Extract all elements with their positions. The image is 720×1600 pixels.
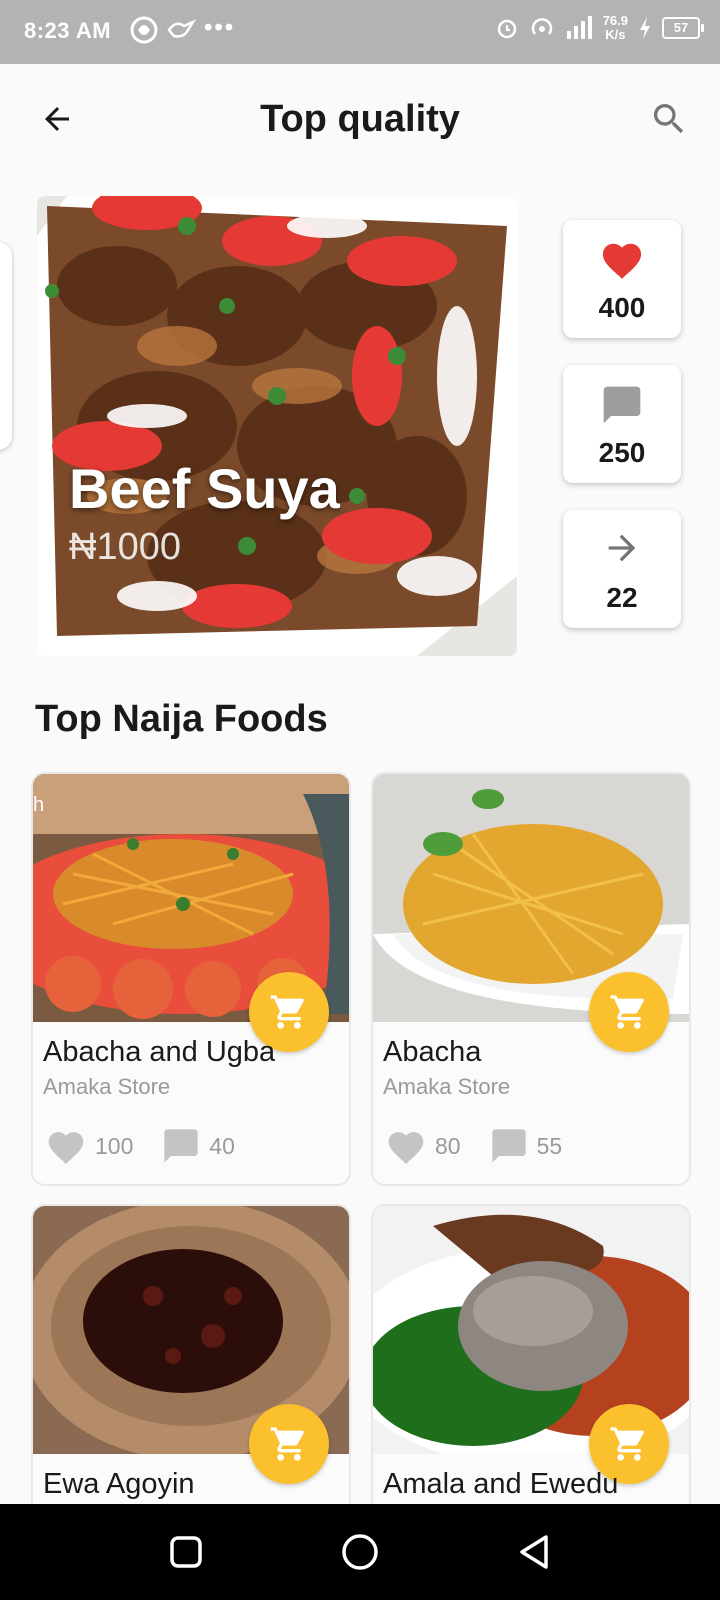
store-name: Amaka Store xyxy=(383,1074,511,1099)
comment-icon[interactable] xyxy=(161,1126,201,1166)
home-icon xyxy=(342,1534,378,1570)
store-name: Amaka Store xyxy=(43,1074,171,1099)
section-title: Top Naija Foods xyxy=(35,698,328,740)
search-button[interactable] xyxy=(644,94,694,144)
more-notifications-icon: ••• xyxy=(204,14,236,41)
comments-count: 40 xyxy=(209,1132,235,1159)
notification-icons xyxy=(130,16,196,44)
back-nav-button[interactable] xyxy=(510,1528,558,1576)
like-button[interactable]: 400 xyxy=(563,220,681,338)
food-name: Ewa Agoyin xyxy=(43,1468,195,1500)
app-notification-icon xyxy=(130,16,158,44)
system-navigation-bar xyxy=(0,1504,720,1600)
share-button[interactable]: 22 xyxy=(563,510,681,628)
heart-icon xyxy=(602,243,642,279)
food-name: Abacha and Ugba xyxy=(43,1036,276,1068)
app-bar: Top quality xyxy=(0,64,720,176)
heart-icon[interactable] xyxy=(385,1127,427,1165)
arrow-forward-icon xyxy=(608,534,636,562)
network-speed: 76.9 K/s xyxy=(602,13,628,42)
search-icon xyxy=(653,104,684,134)
recents-icon xyxy=(170,1536,202,1568)
cart-icon xyxy=(610,1427,644,1461)
comments-count: 55 xyxy=(536,1132,563,1159)
bird-notification-icon xyxy=(167,19,196,38)
featured-food-name: Beef Suya xyxy=(69,457,340,520)
status-time: 8:23 AM xyxy=(24,18,112,43)
signal-icon xyxy=(566,16,592,39)
food-card-amala-and-ewedu[interactable]: Amala and Ewedu xyxy=(371,1204,691,1528)
heart-icon[interactable] xyxy=(45,1127,87,1165)
featured-food-price: ₦1000 xyxy=(69,526,181,568)
image-overlay-text: h xyxy=(33,794,45,816)
food-name: Abacha xyxy=(383,1036,482,1068)
food-card-abacha[interactable]: Abacha Amaka Store 80 55 xyxy=(371,772,691,1186)
shares-count: 22 xyxy=(606,582,638,613)
carousel-previous-card[interactable] xyxy=(0,242,12,450)
hotspot-icon xyxy=(531,18,552,35)
add-to-cart-button[interactable] xyxy=(589,972,669,1052)
alarm-icon xyxy=(497,19,516,39)
food-card-ewa-agoyin[interactable]: Ewa Agoyin xyxy=(31,1204,351,1528)
back-triangle-icon xyxy=(520,1535,548,1569)
comment-button[interactable]: 250 xyxy=(563,365,681,483)
likes-count: 100 xyxy=(95,1132,134,1159)
featured-food-card[interactable]: Beef Suya ₦1000 xyxy=(37,196,517,656)
add-to-cart-button[interactable] xyxy=(249,1404,329,1484)
food-name: Amala and Ewedu xyxy=(383,1468,619,1500)
comment-icon[interactable] xyxy=(489,1126,529,1166)
cart-icon xyxy=(270,1427,304,1461)
food-card-abacha-and-ugba[interactable]: h Abacha and Ugba Amaka Store 100 40 xyxy=(31,772,351,1186)
cart-icon xyxy=(610,995,644,1029)
status-bar: 8:23 AM ••• 76.9 K/s 57 xyxy=(0,0,720,64)
page-title: Top quality xyxy=(260,98,460,140)
battery-indicator: 57 xyxy=(662,17,704,39)
featured-food-image xyxy=(37,196,517,656)
recents-button[interactable] xyxy=(162,1528,210,1576)
comment-icon xyxy=(603,386,641,424)
comments-count: 250 xyxy=(598,437,646,468)
cart-icon xyxy=(270,995,304,1029)
likes-count: 400 xyxy=(598,292,646,323)
charging-icon xyxy=(640,17,650,39)
home-button[interactable] xyxy=(336,1528,384,1576)
likes-count: 80 xyxy=(435,1132,461,1159)
